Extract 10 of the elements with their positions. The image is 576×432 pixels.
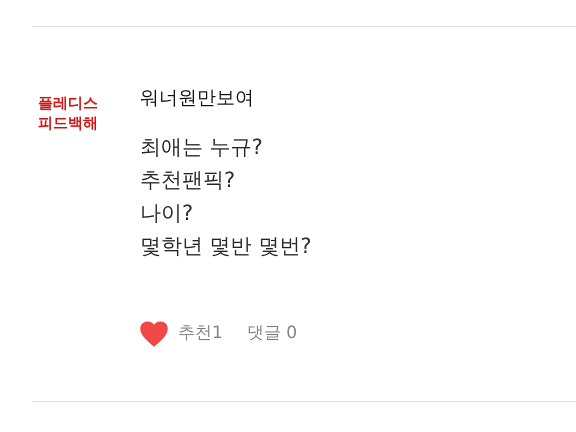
tag-label: 피드백해 [38, 113, 99, 133]
post-text: 추천팬픽? [140, 167, 236, 194]
recommend-count: 추천1 [178, 322, 223, 346]
heart-icon[interactable] [140, 321, 168, 347]
tag-label: 플레디스 [38, 93, 99, 113]
comment-count[interactable]: 댓글 0 [246, 321, 298, 347]
post-text: 최애는 누규? [140, 134, 264, 161]
post-text: 몇학년 몇반 몇번? [140, 233, 312, 260]
post-text: 나이? [140, 200, 194, 227]
post-title: 워너원만보여 [140, 86, 255, 111]
